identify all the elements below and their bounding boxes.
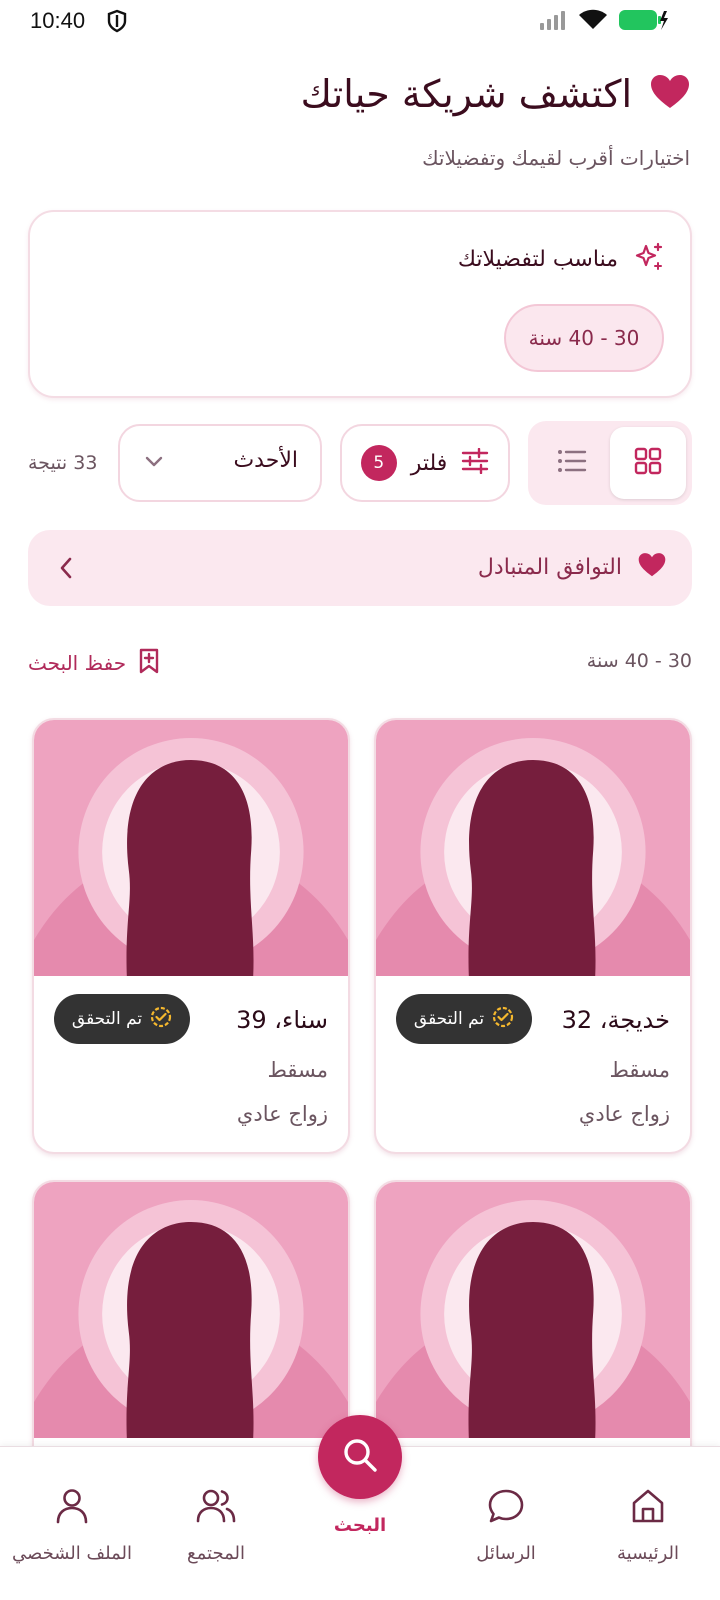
avatar-placeholder xyxy=(34,720,348,976)
profile-city: مسقط xyxy=(609,1058,670,1082)
verified-badge: تم التحقق xyxy=(54,994,190,1044)
preferences-title: مناسب لتفضيلاتك xyxy=(457,246,618,272)
avatar-placeholder xyxy=(376,720,690,976)
page-subtitle: اختيارات أقرب لقيمك وتفضيلاتك xyxy=(422,146,690,170)
user-icon xyxy=(53,1487,91,1529)
nav-profile[interactable]: الملف الشخصي xyxy=(2,1487,142,1564)
profile-info: سناء، 39 تم التحقق مسقط زواج عادي xyxy=(34,976,348,1152)
save-search-button[interactable]: حفظ البحث xyxy=(28,648,160,678)
save-search-label: حفظ البحث xyxy=(28,651,127,675)
sort-dropdown[interactable]: الأحدث xyxy=(118,424,322,502)
bookmark-add-icon xyxy=(138,648,160,678)
mutual-compatibility-bar[interactable]: التوافق المتبادل xyxy=(28,530,692,606)
verified-badge: تم التحقق xyxy=(396,994,532,1044)
bottom-navigation: الرئيسية الرسائل البحث المجتمع الملف الش… xyxy=(0,1415,720,1600)
profile-name: سناء، 39 xyxy=(236,1006,328,1034)
verified-label: تم التحقق xyxy=(413,1009,485,1029)
shield-icon xyxy=(106,9,128,37)
mutual-compatibility-title: التوافق المتبادل xyxy=(478,552,666,582)
filter-count-badge: 5 xyxy=(360,445,397,481)
heart-icon xyxy=(638,552,666,582)
nav-community[interactable]: المجتمع xyxy=(146,1487,286,1564)
profile-info: خديجة، 32 تم التحقق مسقط زواج عادي xyxy=(376,976,690,1152)
profile-card[interactable]: سناء، 39 تم التحقق مسقط زواج عادي xyxy=(32,718,350,1154)
chevron-left-icon xyxy=(58,556,74,584)
preferences-title-row: مناسب لتفضيلاتك xyxy=(458,242,664,276)
status-indicators xyxy=(538,8,668,36)
profile-marriage-type: زواج عادي xyxy=(578,1102,670,1126)
verified-check-icon xyxy=(492,1006,514,1032)
mutual-compatibility-label: التوافق المتبادل xyxy=(477,554,622,580)
profile-marriage-type: زواج عادي xyxy=(236,1102,328,1126)
status-time: 10:40 xyxy=(30,8,86,33)
people-icon xyxy=(196,1487,236,1529)
heart-icon xyxy=(650,74,690,114)
sparkle-icon xyxy=(634,242,664,276)
list-view-button[interactable] xyxy=(534,427,610,499)
nav-messages-label: الرسائل xyxy=(476,1543,536,1564)
sort-value: الأحدث xyxy=(233,448,298,473)
nav-home[interactable]: الرئيسية xyxy=(578,1487,718,1564)
page-header: اكتشف شريكة حياتك xyxy=(301,72,690,116)
page-title: اكتشف شريكة حياتك xyxy=(300,72,632,116)
signal-icon xyxy=(538,9,568,35)
home-icon xyxy=(629,1487,667,1529)
profile-city: مسقط xyxy=(267,1058,328,1082)
active-range-text: 30 - 40 سنة xyxy=(586,650,692,672)
wifi-icon xyxy=(578,9,608,35)
sliders-icon xyxy=(461,447,489,478)
grid-icon xyxy=(634,447,662,479)
nav-search-label: البحث xyxy=(333,1515,387,1536)
result-count: 33 نتيجة xyxy=(28,452,98,474)
search-icon xyxy=(340,1435,380,1479)
chevron-down-icon xyxy=(144,454,164,473)
preferences-card: مناسب لتفضيلاتك 30 - 40 سنة xyxy=(28,210,692,398)
filter-button[interactable]: فلتر 5 xyxy=(340,424,510,502)
avatar-placeholder xyxy=(34,1182,348,1438)
verified-check-icon xyxy=(150,1006,172,1032)
nav-profile-label: الملف الشخصي xyxy=(12,1543,132,1564)
age-range-chip[interactable]: 30 - 40 سنة xyxy=(504,304,664,372)
view-mode-toggle xyxy=(528,421,692,505)
nav-community-label: المجتمع xyxy=(187,1543,245,1564)
list-icon xyxy=(557,448,587,478)
nav-messages[interactable]: الرسائل xyxy=(436,1487,576,1564)
battery-icon xyxy=(618,8,668,36)
filter-label: فلتر xyxy=(410,450,448,476)
nav-home-label: الرئيسية xyxy=(617,1543,679,1564)
avatar-placeholder xyxy=(376,1182,690,1438)
profile-card[interactable]: خديجة، 32 تم التحقق مسقط زواج عادي xyxy=(374,718,692,1154)
nav-search-button[interactable] xyxy=(318,1415,402,1499)
grid-view-button[interactable] xyxy=(610,427,686,499)
chat-bubble-icon xyxy=(487,1487,525,1529)
profile-name: خديجة، 32 xyxy=(561,1006,670,1034)
verified-label: تم التحقق xyxy=(71,1009,143,1029)
status-bar: 10:40 xyxy=(0,0,720,44)
